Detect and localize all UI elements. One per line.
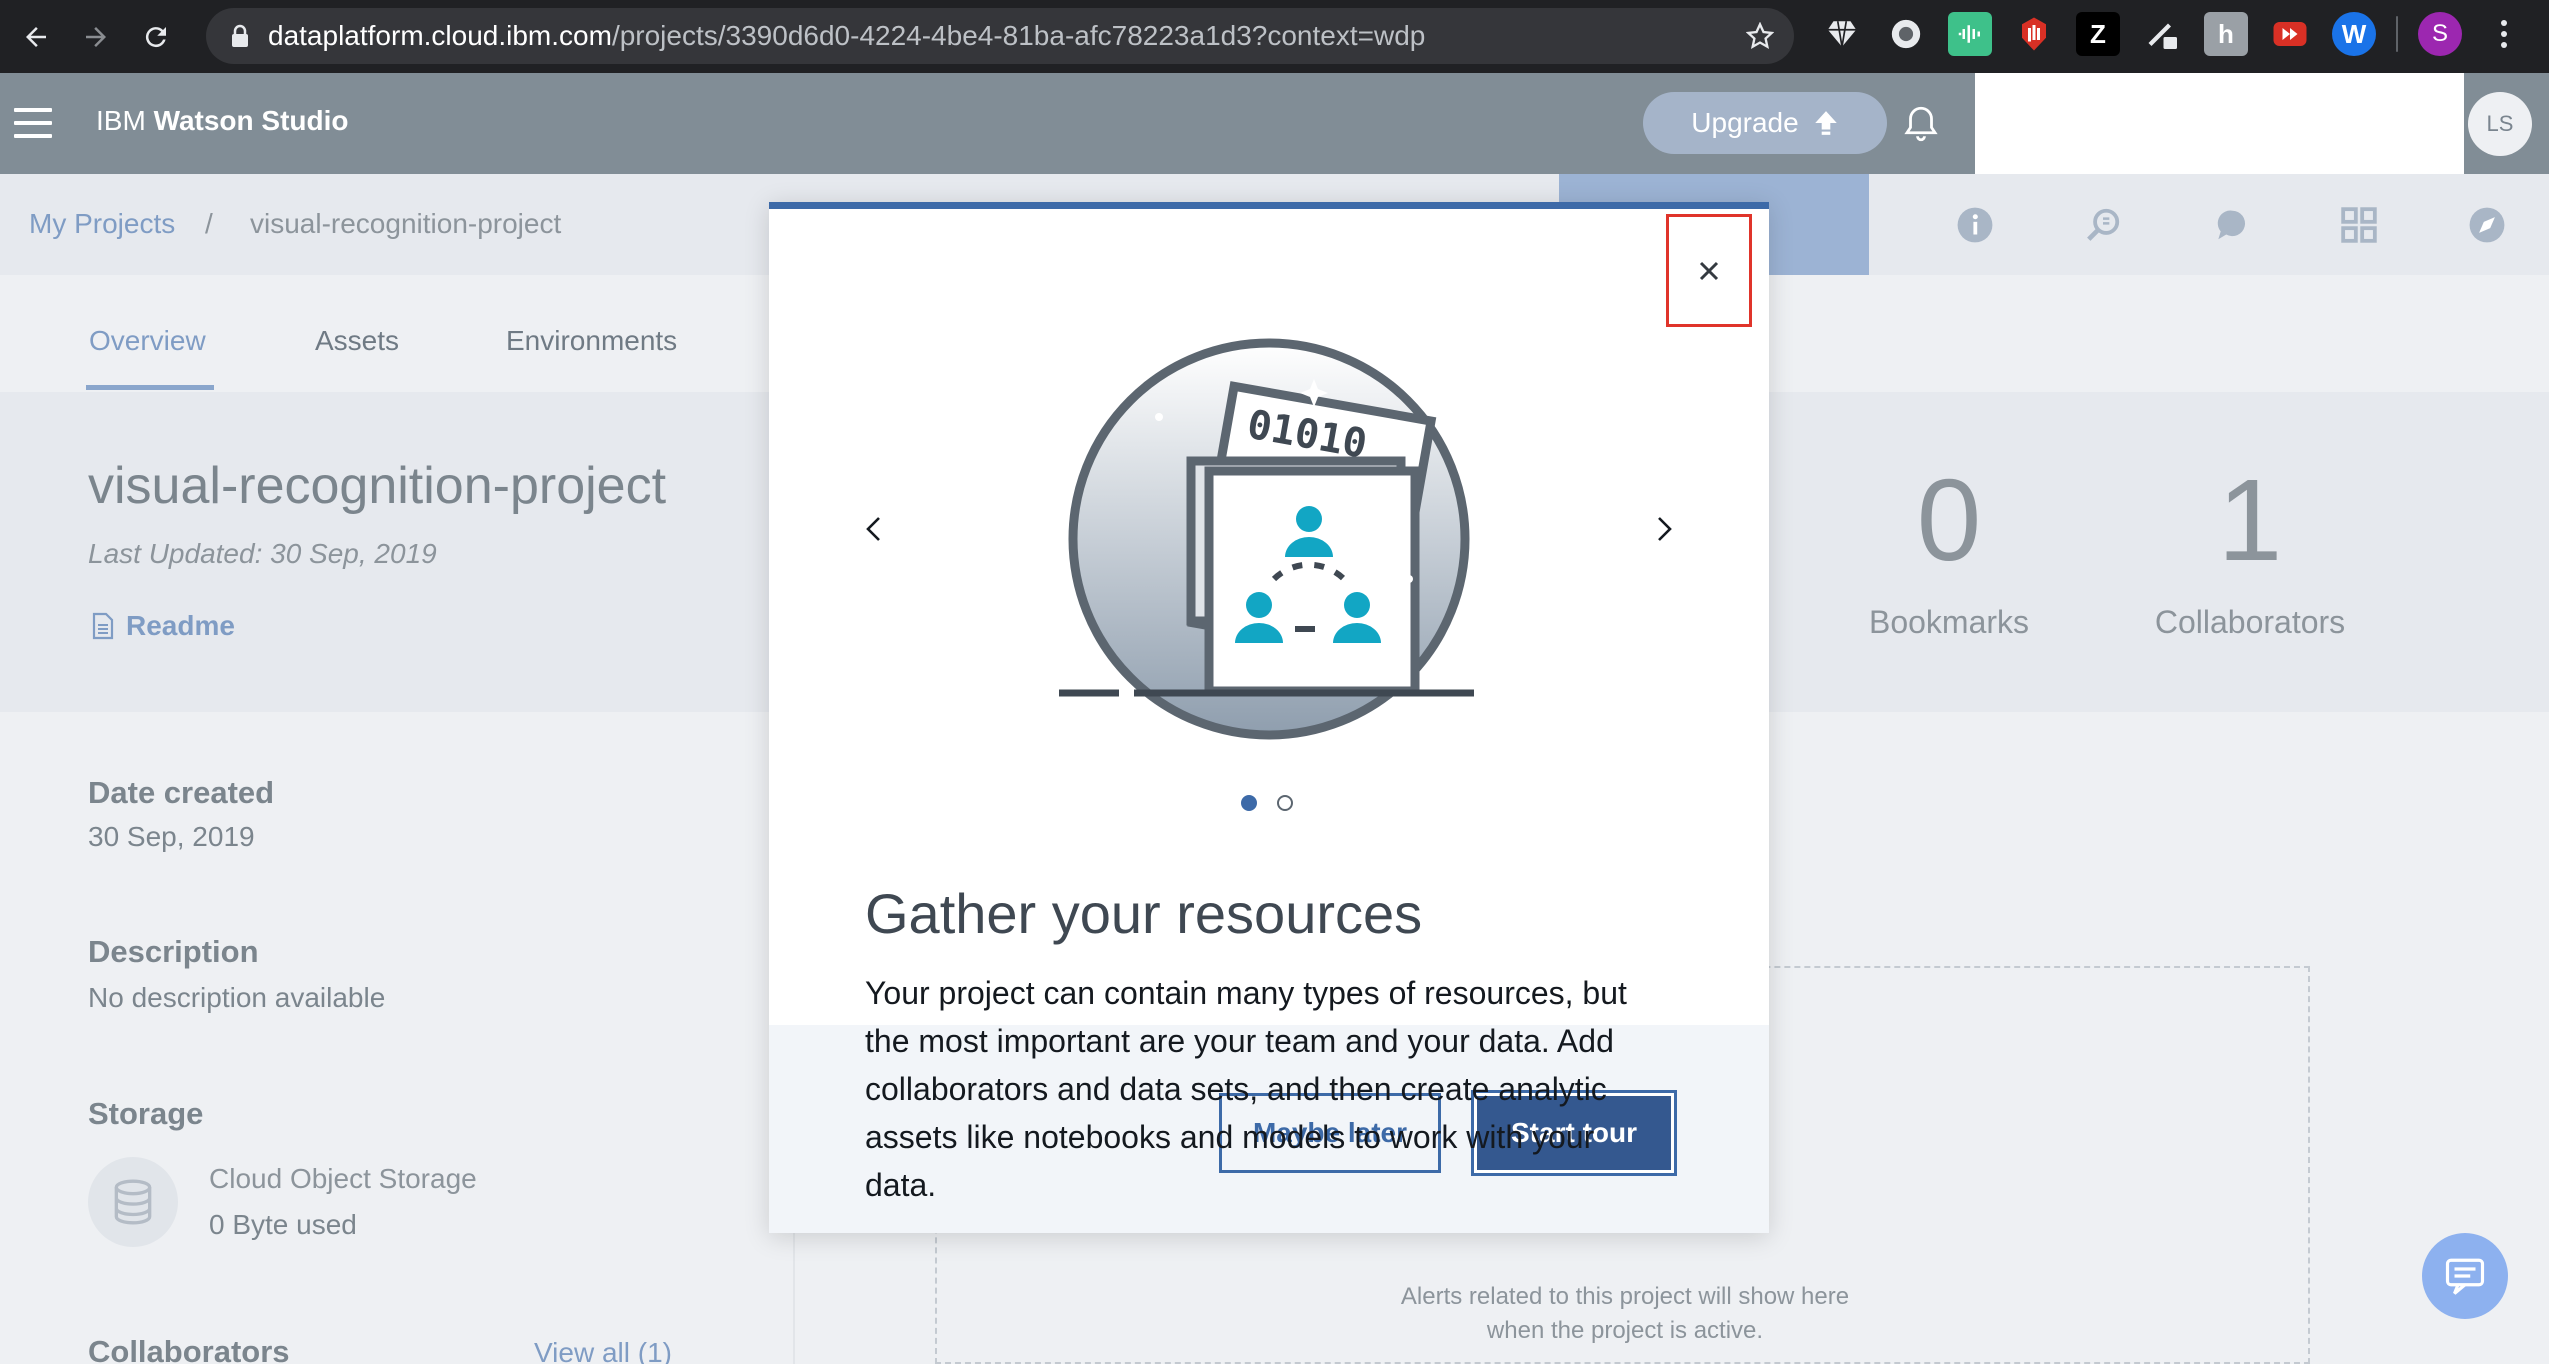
upload-arrow-icon bbox=[1814, 111, 1837, 135]
date-created-label: Date created bbox=[88, 775, 275, 810]
readme-link[interactable]: Readme bbox=[92, 610, 235, 642]
chat-button[interactable] bbox=[2422, 1233, 2508, 1319]
active-tab-indicator bbox=[86, 385, 214, 390]
breadcrumb-current: visual-recognition-project bbox=[250, 208, 562, 239]
breadcrumb-my-projects[interactable]: My Projects bbox=[29, 208, 175, 240]
bookmark-star-icon[interactable] bbox=[1746, 22, 1774, 50]
welcome-tour-modal: 01010 Maybe later Start tour Gather your… bbox=[769, 202, 1769, 1233]
extensions-row: Z h W S bbox=[1820, 12, 2526, 56]
brand-title[interactable]: IBM Watson Studio bbox=[96, 105, 349, 137]
url-text: dataplatform.cloud.ibm.com/projects/3390… bbox=[268, 20, 1426, 51]
storage-used: 0 Byte used bbox=[209, 1209, 357, 1240]
address-bar[interactable]: dataplatform.cloud.ibm.com/projects/3390… bbox=[206, 8, 1794, 64]
bookmarks-stat[interactable]: 0 Bookmarks bbox=[1862, 462, 2036, 641]
back-button[interactable] bbox=[8, 9, 64, 65]
browser-toolbar: dataplatform.cloud.ibm.com/projects/3390… bbox=[0, 0, 2549, 73]
grid-apps-icon[interactable] bbox=[2340, 206, 2378, 244]
forward-button[interactable] bbox=[68, 9, 124, 65]
document-icon bbox=[92, 612, 114, 640]
tab-assets[interactable]: Assets bbox=[315, 325, 399, 357]
collaborators-stat[interactable]: 1 Collaborators bbox=[2150, 462, 2350, 641]
find-data-icon[interactable] bbox=[2084, 206, 2122, 244]
audio-icon[interactable] bbox=[1948, 12, 1992, 56]
record-icon[interactable] bbox=[1884, 12, 1928, 56]
arrow-left-icon bbox=[26, 26, 46, 47]
carousel-indicator bbox=[1241, 795, 1293, 811]
separator bbox=[2396, 16, 2398, 52]
date-created-value: 30 Sep, 2019 bbox=[88, 821, 255, 852]
hamburger-menu-icon[interactable] bbox=[14, 108, 52, 138]
storage-label: Storage bbox=[88, 1096, 204, 1131]
chat-icon bbox=[2445, 1258, 2485, 1295]
tab-environments[interactable]: Environments bbox=[506, 325, 677, 357]
last-updated: Last Updated: 30 Sep, 2019 bbox=[88, 538, 437, 569]
chevron-right-icon[interactable] bbox=[1649, 514, 1679, 544]
gem-icon[interactable] bbox=[1820, 12, 1864, 56]
database-icon bbox=[88, 1157, 178, 1247]
w-icon[interactable]: W bbox=[2332, 12, 2376, 56]
tab-overview[interactable]: Overview bbox=[89, 325, 206, 357]
modal-heading: Gather your resources bbox=[865, 882, 1423, 945]
chevron-left-icon[interactable] bbox=[859, 514, 889, 544]
alerts-empty-text: Alerts related to this project will show… bbox=[1400, 1283, 1850, 1344]
reload-icon bbox=[145, 26, 166, 47]
project-details: Date created 30 Sep, 2019 Description No… bbox=[0, 712, 795, 1364]
breadcrumb-separator: / bbox=[205, 208, 213, 239]
comments-icon[interactable] bbox=[2212, 206, 2250, 244]
lock-icon bbox=[232, 24, 248, 47]
user-avatar[interactable]: LS bbox=[2468, 92, 2532, 156]
description-value: No description available bbox=[88, 982, 386, 1013]
arrow-right-icon bbox=[86, 26, 106, 47]
storage-name: Cloud Object Storage bbox=[209, 1163, 477, 1194]
video-icon[interactable] bbox=[2268, 12, 2312, 56]
z-icon[interactable]: Z bbox=[2076, 12, 2120, 56]
modal-body-text: Your project can contain many types of r… bbox=[865, 975, 1627, 1203]
h-icon[interactable]: h bbox=[2204, 12, 2248, 56]
pen-icon[interactable] bbox=[2140, 12, 2184, 56]
close-icon bbox=[1699, 261, 1719, 280]
carousel-dot-1[interactable] bbox=[1241, 795, 1257, 811]
app-header: IBM Watson Studio Upgrade LS bbox=[0, 73, 2549, 174]
bell-icon[interactable] bbox=[1900, 103, 1942, 145]
page-title: visual-recognition-project bbox=[88, 457, 667, 515]
info-icon[interactable] bbox=[1956, 206, 1994, 244]
stop-hand-icon[interactable] bbox=[2012, 12, 2056, 56]
collaborators-label: Collaborators bbox=[88, 1334, 290, 1364]
carousel-dot-2[interactable] bbox=[1277, 795, 1293, 811]
resources-illustration: 01010 bbox=[1059, 338, 1474, 740]
description-label: Description bbox=[88, 934, 259, 969]
compass-icon[interactable] bbox=[2468, 206, 2506, 244]
kebab-menu-icon[interactable] bbox=[2482, 12, 2526, 56]
reload-button[interactable] bbox=[128, 9, 184, 65]
upgrade-button[interactable]: Upgrade bbox=[1643, 92, 1887, 154]
view-all-link[interactable]: View all (1) bbox=[534, 1337, 672, 1364]
redacted-region bbox=[1975, 73, 2464, 174]
profile-avatar[interactable]: S bbox=[2418, 12, 2462, 56]
close-button[interactable] bbox=[1666, 214, 1752, 327]
